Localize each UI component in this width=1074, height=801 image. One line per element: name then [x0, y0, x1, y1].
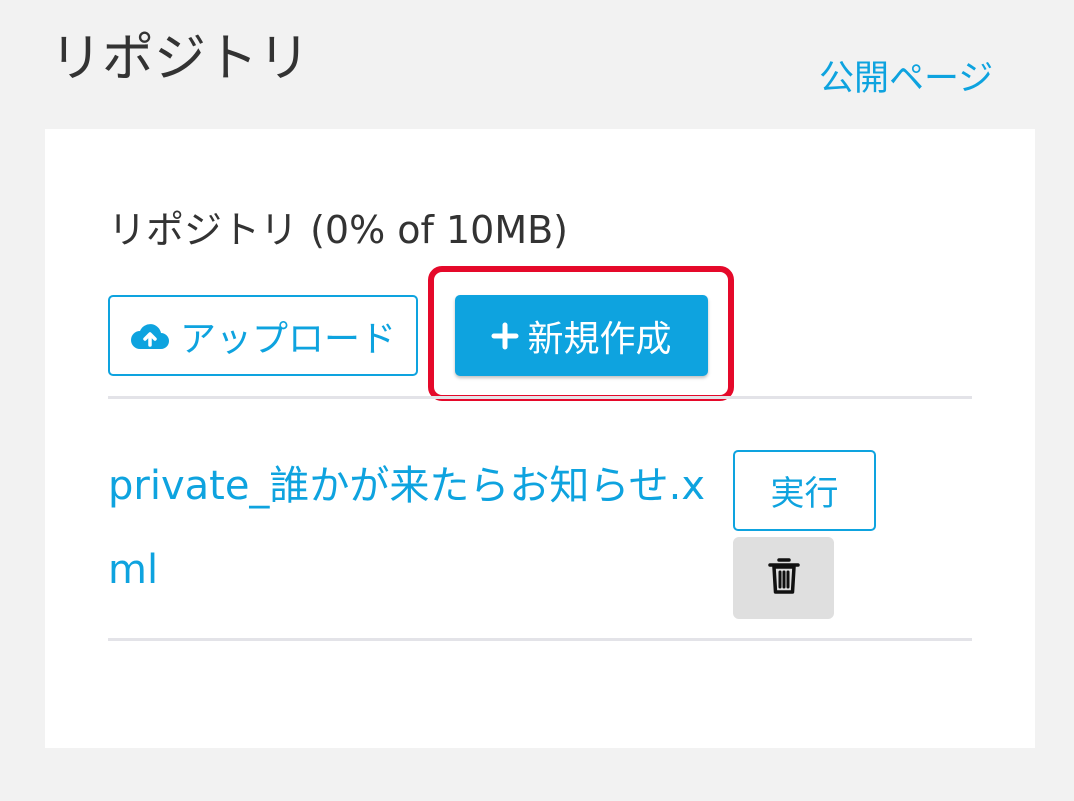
- upload-button-label: アップロード: [179, 318, 396, 360]
- delete-button[interactable]: [733, 537, 834, 619]
- highlight-annotation: [428, 266, 734, 401]
- trash-icon: [767, 557, 801, 599]
- upload-button[interactable]: アップロード: [108, 295, 418, 376]
- repository-heading: リポジトリ (0% of 10MB): [108, 208, 569, 252]
- file-link[interactable]: private_誰かが来たらお知らせ.xml: [108, 444, 708, 612]
- public-page-link[interactable]: 公開ページ: [819, 56, 993, 102]
- cloud-upload-icon: [130, 322, 170, 350]
- divider: [108, 396, 972, 399]
- repository-card: リポジトリ (0% of 10MB) アップロード 新規作成 private_誰…: [45, 129, 1035, 748]
- page-title: リポジトリ: [50, 29, 311, 89]
- divider: [108, 638, 972, 641]
- run-button-label: 実行: [770, 474, 839, 514]
- run-button[interactable]: 実行: [733, 450, 876, 531]
